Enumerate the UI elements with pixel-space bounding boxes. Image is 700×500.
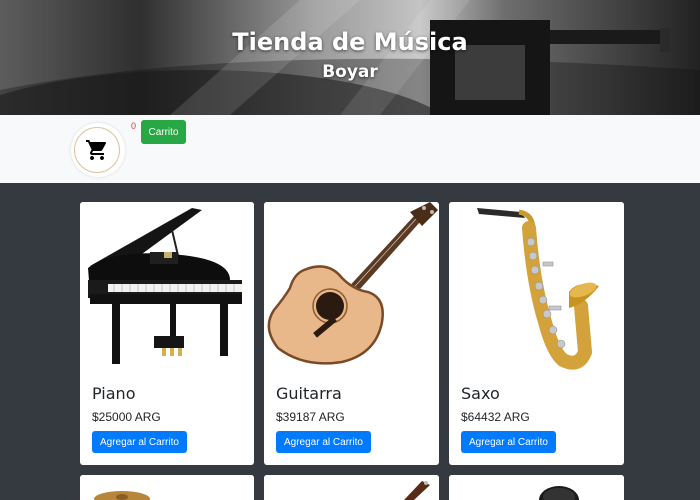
add-to-cart-button[interactable]: Agregar al Carrito [461, 431, 556, 453]
product-card [80, 475, 254, 500]
cart-count: 0 [131, 121, 137, 131]
product-name: Saxo [461, 384, 500, 403]
cymbal-image [80, 475, 254, 500]
electric-guitar-image [264, 475, 439, 500]
microphone-image [449, 475, 624, 500]
add-to-cart-button[interactable]: Agregar al Carrito [276, 431, 371, 453]
product-price: $64432 ARG [461, 410, 530, 424]
product-name: Guitarra [276, 384, 342, 403]
piano-image [80, 202, 254, 372]
add-to-cart-button[interactable]: Agregar al Carrito [92, 431, 187, 453]
product-card: Guitarra $39187 ARG Agregar al Carrito [264, 202, 439, 465]
product-card [264, 475, 439, 500]
cart-button[interactable]: Carrito [141, 120, 186, 144]
product-card: Saxo $64432 ARG Agregar al Carrito [449, 202, 624, 465]
store-title: Tienda de Música [232, 28, 468, 56]
turntable-background-image [0, 0, 700, 115]
product-card: Piano $25000 ARG Agregar al Carrito [80, 202, 254, 465]
shopping-cart-icon[interactable] [85, 138, 109, 162]
product-price: $39187 ARG [276, 410, 345, 424]
product-card [449, 475, 624, 500]
saxophone-image [449, 202, 624, 372]
product-name: Piano [92, 384, 136, 403]
store-subtitle: Boyar [322, 62, 378, 82]
product-price: $25000 ARG [92, 410, 161, 424]
guitar-image [264, 202, 439, 372]
hero-banner: Tienda de Música Boyar [0, 0, 700, 115]
